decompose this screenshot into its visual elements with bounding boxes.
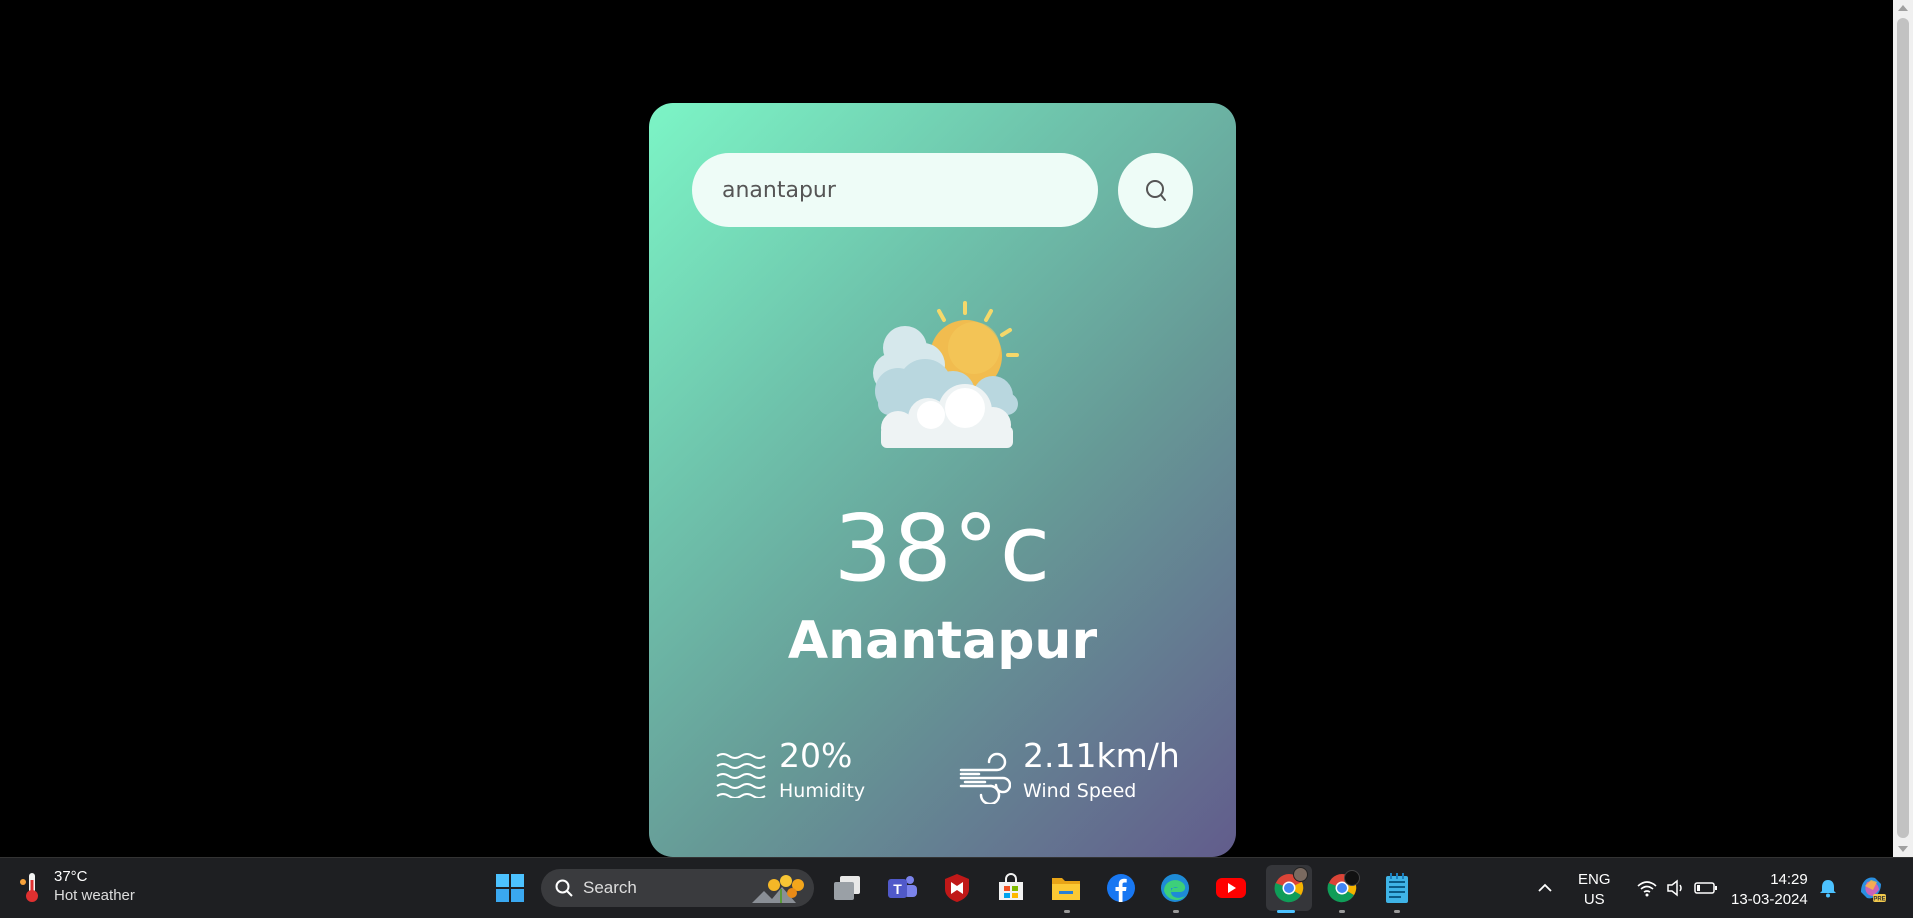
wind-icon xyxy=(959,752,1011,804)
thermometer-icon xyxy=(20,872,38,902)
chrome-profile-badge xyxy=(1344,870,1360,886)
edge-running-indicator xyxy=(1173,910,1179,913)
search-icon xyxy=(1145,179,1166,201)
teams-button[interactable]: T xyxy=(884,870,920,906)
region-code: US xyxy=(1583,890,1605,908)
battery-icon xyxy=(1694,882,1717,894)
show-hidden-icons-button[interactable] xyxy=(1527,870,1563,906)
chrome-profile-button[interactable] xyxy=(1324,870,1360,906)
microsoft-store-button[interactable] xyxy=(993,870,1029,906)
chrome-profile-avatar xyxy=(1293,867,1308,882)
youtube-button[interactable] xyxy=(1213,870,1249,906)
svg-text:T: T xyxy=(893,881,902,897)
clock-time: 14:29 xyxy=(1770,871,1808,888)
task-view-button[interactable] xyxy=(829,870,865,906)
weather-card: 38°c Anantapur 20% Humidity xyxy=(649,103,1236,857)
scroll-thumb[interactable] xyxy=(1897,18,1909,838)
scroll-down-arrow-icon[interactable] xyxy=(1898,846,1908,852)
language-indicator[interactable]: ENG US xyxy=(1578,870,1611,909)
humidity-stat: 20% Humidity xyxy=(715,736,866,803)
search-highlight-flowers-icon xyxy=(752,875,804,903)
teams-icon: T xyxy=(888,876,917,898)
notepad-button[interactable] xyxy=(1379,870,1415,906)
taskbar-weather-temp: 37°C xyxy=(54,868,88,885)
taskbar-search-icon xyxy=(555,879,573,897)
city-search-input[interactable] xyxy=(692,153,1098,227)
quick-settings-button[interactable] xyxy=(1622,870,1732,906)
youtube-icon xyxy=(1216,878,1246,898)
taskbar-weather-condition: Hot weather xyxy=(54,886,135,904)
file-explorer-button[interactable] xyxy=(1048,870,1084,906)
edge-icon xyxy=(1161,874,1189,902)
humidity-icon xyxy=(716,753,766,798)
system-clock[interactable]: 14:29 13-03-2024 xyxy=(1731,870,1808,909)
clock-date: 13-03-2024 xyxy=(1731,890,1808,908)
partly-cloudy-icon xyxy=(873,301,1019,448)
language-code: ENG xyxy=(1578,871,1611,888)
humidity-label: Humidity xyxy=(779,780,866,803)
humidity-value: 20% xyxy=(779,736,853,775)
chrome-profile-running-indicator xyxy=(1339,910,1345,913)
svg-text:PRE: PRE xyxy=(1873,897,1885,903)
windows-start-icon xyxy=(496,874,524,902)
facebook-button[interactable] xyxy=(1103,870,1139,906)
taskbar-weather-widget[interactable]: 37°C Hot weather xyxy=(18,868,135,906)
taskbar: 37°C Hot weather Search T ENG US 14:29 1… xyxy=(0,857,1913,918)
copilot-icon: PRE xyxy=(1861,877,1886,903)
wind-value: 2.11km/h xyxy=(1023,736,1180,775)
temperature: 38°c xyxy=(833,495,1052,602)
wifi-icon xyxy=(1637,881,1657,897)
page-scrollbar[interactable] xyxy=(1893,0,1913,857)
facebook-icon xyxy=(1107,874,1135,902)
wind-label: Wind Speed xyxy=(1023,780,1137,803)
edge-button[interactable] xyxy=(1157,870,1193,906)
notifications-button[interactable] xyxy=(1811,870,1845,906)
task-view-icon xyxy=(834,876,860,900)
chevron-up-icon xyxy=(1538,883,1552,892)
search-button[interactable] xyxy=(1118,153,1193,228)
start-button[interactable] xyxy=(492,870,528,906)
file-explorer-running-indicator xyxy=(1064,910,1070,913)
mcafee-button[interactable] xyxy=(939,870,975,906)
store-icon xyxy=(999,873,1023,900)
chrome-active-indicator xyxy=(1277,910,1295,913)
copilot-button[interactable]: PRE xyxy=(1853,870,1889,906)
notepad-running-indicator xyxy=(1394,910,1400,913)
scroll-up-arrow-icon[interactable] xyxy=(1898,5,1908,11)
taskbar-search-label: Search xyxy=(583,878,637,897)
city-name: Anantapur xyxy=(787,611,1098,671)
mcafee-icon xyxy=(945,874,969,902)
folder-icon xyxy=(1052,878,1080,900)
bell-icon xyxy=(1820,880,1836,898)
volume-icon xyxy=(1667,879,1682,897)
wind-stat: 2.11km/h Wind Speed xyxy=(959,736,1180,804)
taskbar-search-box[interactable]: Search xyxy=(541,869,814,907)
notepad-icon xyxy=(1386,873,1408,903)
chrome-button[interactable] xyxy=(1266,865,1312,911)
